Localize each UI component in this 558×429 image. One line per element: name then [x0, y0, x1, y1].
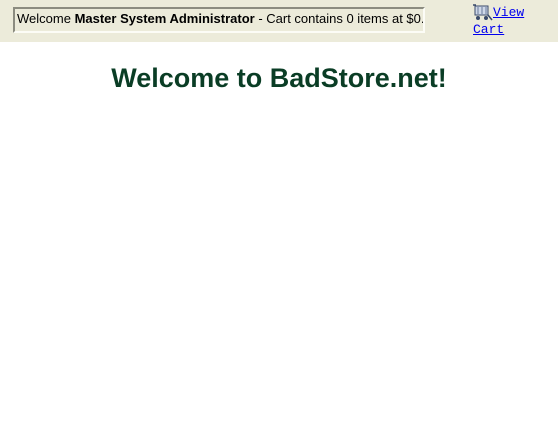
top-bar: Welcome Master System Administrator - Ca… — [0, 0, 558, 42]
status-box: Welcome Master System Administrator - Ca… — [13, 7, 425, 33]
welcome-prefix: Welcome — [17, 11, 75, 26]
page-title: Welcome to BadStore.net! — [111, 63, 447, 93]
cart-summary: - Cart contains 0 items at $0.00 — [254, 11, 425, 26]
shopping-cart-icon[interactable] — [473, 4, 493, 21]
user-name: Master System Administrator — [74, 11, 255, 26]
view-cart[interactable]: View Cart — [473, 4, 533, 38]
